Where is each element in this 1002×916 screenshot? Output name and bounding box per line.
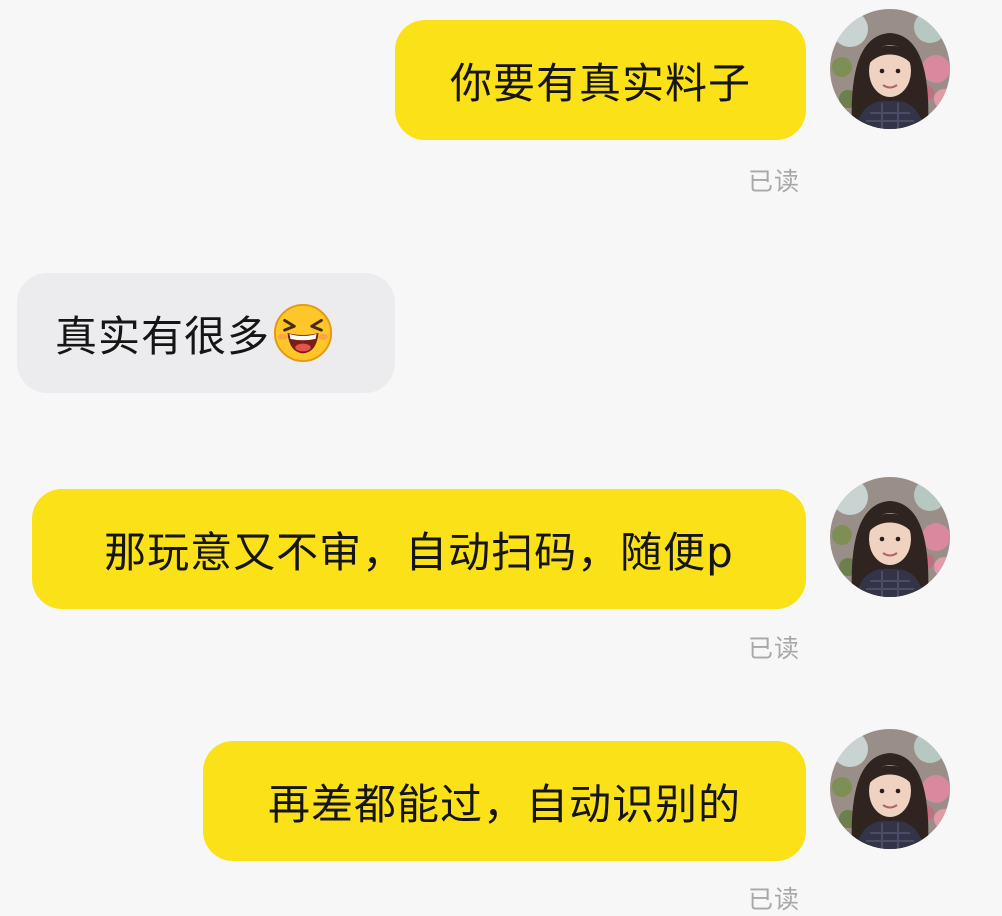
woman-portrait-avatar-icon	[830, 729, 950, 849]
avatar[interactable]	[830, 477, 950, 597]
incoming-message-bubble[interactable]: 真实有很多	[17, 273, 395, 393]
avatar[interactable]	[830, 9, 950, 129]
laughing-squint-emoji-icon	[273, 303, 333, 363]
read-status: 已读	[748, 634, 801, 663]
chat-conversation: 你要有真实料子 已读 真实有很多 那玩意又不审，自动扫码，随便p 已读 再差都能…	[0, 0, 1002, 914]
read-status: 已读	[748, 167, 801, 196]
message-text: 那玩意又不审，自动扫码，随便p	[104, 527, 734, 577]
outgoing-message-bubble[interactable]: 那玩意又不审，自动扫码，随便p	[32, 489, 806, 609]
message-text: 再差都能过，自动识别的	[267, 779, 741, 829]
woman-portrait-avatar-icon	[830, 477, 950, 597]
woman-portrait-avatar-icon	[830, 9, 950, 129]
message-text: 你要有真实料子	[449, 58, 751, 108]
outgoing-message-bubble[interactable]: 你要有真实料子	[395, 20, 806, 140]
read-status: 已读	[748, 885, 801, 914]
message-text: 真实有很多	[55, 311, 271, 361]
outgoing-message-bubble[interactable]: 再差都能过，自动识别的	[203, 741, 806, 861]
avatar[interactable]	[830, 729, 950, 849]
